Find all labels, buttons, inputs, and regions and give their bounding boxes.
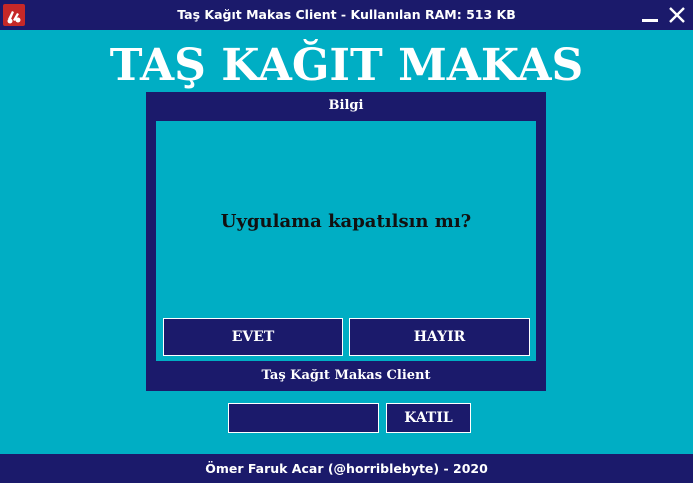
dialog-title: Bilgi xyxy=(328,98,364,113)
title-bar: Taş Kağıt Makas Client - Kullanılan RAM:… xyxy=(0,0,693,30)
close-icon xyxy=(669,7,685,23)
join-button[interactable]: KATIL xyxy=(386,403,471,433)
close-button[interactable] xyxy=(664,0,690,30)
confirm-dialog: Bilgi Uygulama kapatılsın mı? EVET HAYIR… xyxy=(146,92,546,391)
dialog-message: Uygulama kapatılsın mı? xyxy=(220,211,472,232)
game-code-input[interactable] xyxy=(228,403,379,433)
minimize-icon xyxy=(642,19,658,22)
minimize-button[interactable] xyxy=(637,0,663,30)
no-button[interactable]: HAYIR xyxy=(349,318,530,356)
footer-credit: Ömer Faruk Acar (@horriblebyte) - 2020 xyxy=(0,454,693,483)
window-title: Taş Kağıt Makas Client - Kullanılan RAM:… xyxy=(177,7,516,22)
dialog-body: Uygulama kapatılsın mı? EVET HAYIR xyxy=(156,121,536,361)
yes-button[interactable]: EVET xyxy=(163,318,343,356)
page-title: TAŞ KAĞIT MAKAS xyxy=(109,40,584,91)
dialog-footer: Taş Kağıt Makas Client xyxy=(261,368,431,383)
